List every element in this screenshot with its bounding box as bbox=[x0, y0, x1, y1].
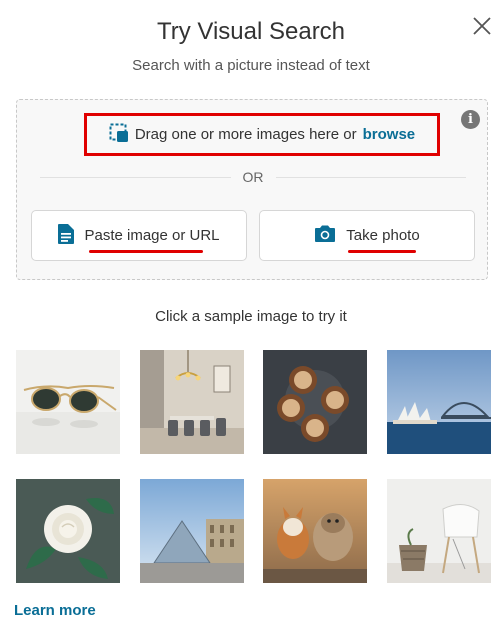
drag-drop-text: Drag one or more images here or bbox=[134, 126, 357, 143]
sample-image-lattes[interactable] bbox=[263, 350, 367, 454]
learn-more-link[interactable]: Learn more bbox=[14, 602, 96, 619]
info-icon[interactable]: i bbox=[461, 110, 480, 129]
close-icon[interactable] bbox=[470, 14, 494, 38]
image-drop-icon bbox=[109, 123, 129, 147]
or-divider: OR bbox=[40, 169, 466, 185]
take-photo-label: Take photo bbox=[346, 227, 420, 244]
paste-image-label: Paste image or URL bbox=[84, 227, 220, 244]
dialog-title: Try Visual Search bbox=[156, 18, 346, 45]
browse-link[interactable]: browse bbox=[363, 126, 416, 143]
dialog-subtitle: Search with a picture instead of text bbox=[132, 57, 370, 74]
paste-image-button[interactable]: Paste image or URL bbox=[31, 210, 247, 261]
sample-images-prompt: Click a sample image to try it bbox=[155, 308, 347, 325]
drag-drop-prompt[interactable]: Drag one or more images here or browse bbox=[86, 115, 438, 154]
document-icon bbox=[58, 223, 75, 248]
sample-image-white-rose[interactable] bbox=[16, 479, 120, 583]
sample-image-louvre-pyramid[interactable] bbox=[140, 479, 244, 583]
annotation-underline-photo bbox=[348, 250, 416, 253]
sample-image-dining-room[interactable] bbox=[140, 350, 244, 454]
sample-image-sunglasses[interactable] bbox=[16, 350, 120, 454]
divider-line-left bbox=[40, 176, 231, 178]
sample-image-sydney-opera-house[interactable] bbox=[387, 350, 491, 454]
divider-line-right bbox=[275, 176, 466, 178]
sample-image-white-chair[interactable] bbox=[387, 479, 491, 583]
sample-image-dogs-running[interactable] bbox=[263, 479, 367, 583]
camera-icon bbox=[314, 225, 336, 247]
or-label: OR bbox=[242, 169, 264, 185]
annotation-underline-paste bbox=[89, 250, 203, 253]
take-photo-button[interactable]: Take photo bbox=[259, 210, 475, 261]
